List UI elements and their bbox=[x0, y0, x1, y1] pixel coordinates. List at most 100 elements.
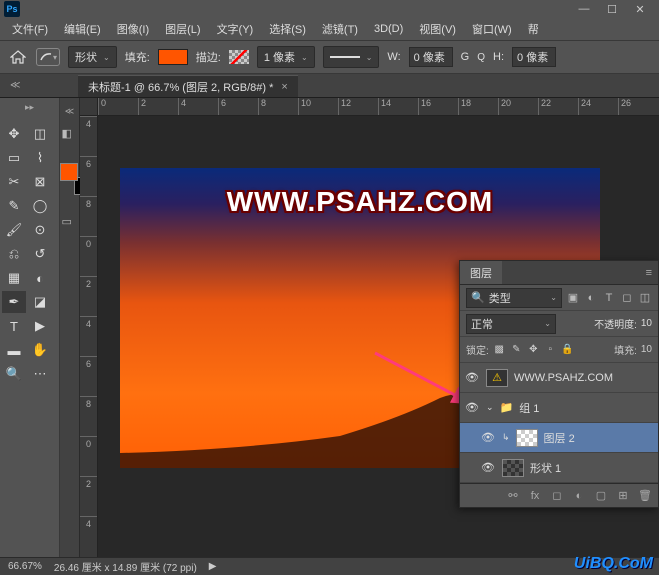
stroke-style-select[interactable]: ⌄ bbox=[323, 46, 380, 68]
zoom-tool[interactable]: 🔍 bbox=[2, 363, 26, 385]
menu-view[interactable]: 视图(V) bbox=[413, 19, 462, 39]
document-tab[interactable]: 未标题-1 @ 66.7% (图层 2, RGB/8#) * × bbox=[78, 75, 298, 97]
lock-all-icon[interactable]: 🔒 bbox=[561, 343, 574, 356]
history-brush-tool[interactable]: ↺ bbox=[28, 243, 52, 265]
close-window-button[interactable]: ✕ bbox=[633, 2, 647, 16]
layer-item-text[interactable]: 👁 WWW.PSAHZ.COM bbox=[460, 363, 658, 393]
menu-edit[interactable]: 编辑(E) bbox=[58, 19, 107, 39]
filter-shape-icon[interactable]: ◻ bbox=[620, 291, 634, 305]
title-bar: Ps — ☐ ✕ bbox=[0, 0, 659, 18]
edit-toolbar[interactable]: ⋯ bbox=[28, 363, 52, 385]
menu-3d[interactable]: 3D(D) bbox=[368, 21, 409, 37]
opacity-value[interactable]: 10 bbox=[641, 318, 652, 329]
menu-file[interactable]: 文件(F) bbox=[6, 19, 54, 39]
link-layers-icon[interactable]: ⚯ bbox=[506, 489, 520, 503]
layers-tab[interactable]: 图层 bbox=[460, 261, 502, 284]
panel-icon[interactable]: ▭ bbox=[62, 215, 78, 231]
panel-menu-icon[interactable]: ≡ bbox=[640, 267, 658, 279]
layer-thumbnail[interactable] bbox=[486, 369, 508, 387]
status-arrow-icon[interactable]: ▶ bbox=[209, 561, 217, 572]
clone-tool[interactable]: ⎌ bbox=[2, 243, 26, 265]
type-tool[interactable]: T bbox=[2, 315, 26, 337]
crop-tool[interactable]: ✂ bbox=[2, 171, 26, 193]
menu-type[interactable]: 文字(Y) bbox=[211, 19, 260, 39]
menu-select[interactable]: 选择(S) bbox=[263, 19, 312, 39]
zoom-level[interactable]: 66.67% bbox=[8, 561, 42, 572]
path-select-tool[interactable]: ▶ bbox=[28, 315, 52, 337]
ruler-origin[interactable] bbox=[80, 98, 98, 116]
horizontal-ruler[interactable]: 02468101214161820222426 bbox=[98, 98, 659, 116]
layer-mask-icon[interactable]: ◻ bbox=[550, 489, 564, 503]
layer-item-group[interactable]: 👁 ⌄ 📁 组 1 bbox=[460, 393, 658, 423]
swatches-icon[interactable]: ◧ bbox=[62, 127, 78, 143]
adjustment-layer-icon[interactable]: ◐ bbox=[572, 489, 586, 503]
expand-panels-icon[interactable]: ≪ bbox=[10, 80, 24, 90]
layer-thumbnail[interactable] bbox=[516, 429, 538, 447]
move-tool[interactable]: ✥ bbox=[2, 123, 26, 145]
new-layer-icon[interactable]: ⊞ bbox=[616, 489, 630, 503]
lock-pixels-icon[interactable]: ✎ bbox=[510, 343, 523, 356]
layer-fx-icon[interactable]: fx bbox=[528, 489, 542, 503]
blend-mode-select[interactable]: 正常 ⌄ bbox=[466, 314, 556, 334]
filter-adjust-icon[interactable]: ◐ bbox=[584, 291, 598, 305]
frame-tool[interactable]: ⊠ bbox=[28, 171, 52, 193]
layers-panel-footer: ⚯ fx ◻ ◐ ▢ ⊞ 🗑 bbox=[460, 483, 658, 507]
menu-help[interactable]: 帮 bbox=[522, 19, 545, 39]
fill-value[interactable]: 10 bbox=[641, 344, 652, 355]
home-icon[interactable] bbox=[8, 47, 28, 67]
eraser-tool[interactable]: ◪ bbox=[28, 291, 52, 313]
eyedropper-tool[interactable]: ✎ bbox=[2, 195, 26, 217]
gradient-tool[interactable]: ▦ bbox=[2, 267, 26, 289]
lasso-tool[interactable]: ⌇ bbox=[28, 147, 52, 169]
menu-filter[interactable]: 滤镜(T) bbox=[316, 19, 364, 39]
lock-artboard-icon[interactable]: ▫ bbox=[544, 343, 557, 356]
layer-item-layer2[interactable]: 👁 ↳ 图层 2 bbox=[460, 423, 658, 453]
pen-tool[interactable]: ✒ bbox=[2, 291, 26, 313]
foreground-color-swatch[interactable] bbox=[60, 163, 78, 181]
artboard-tool[interactable]: ◫ bbox=[28, 123, 52, 145]
stroke-color-swatch[interactable] bbox=[229, 50, 249, 64]
visibility-toggle[interactable]: 👁 bbox=[480, 460, 496, 476]
close-tab-button[interactable]: × bbox=[281, 81, 287, 93]
document-dimensions[interactable]: 26.46 厘米 x 14.89 厘米 (72 ppi) bbox=[54, 559, 197, 574]
hand-tool[interactable]: ✋ bbox=[28, 339, 52, 361]
visibility-toggle[interactable]: 👁 bbox=[464, 370, 480, 386]
visibility-toggle[interactable]: 👁 bbox=[480, 430, 496, 446]
filter-type-icon[interactable]: T bbox=[602, 291, 616, 305]
menu-layer[interactable]: 图层(L) bbox=[159, 19, 206, 39]
marquee-tool[interactable]: ▭ bbox=[2, 147, 26, 169]
disclosure-icon[interactable]: ⌄ bbox=[486, 402, 494, 413]
collapse-tools-icon[interactable]: ▸▸ bbox=[0, 98, 59, 117]
brush-tool[interactable]: 🖌 bbox=[2, 219, 26, 241]
expand-dock-icon[interactable]: ≪ bbox=[65, 106, 74, 117]
elliptical-marquee-tool[interactable]: ◯ bbox=[28, 195, 52, 217]
link-icon[interactable]: G bbox=[461, 51, 470, 63]
layer-thumbnail[interactable] bbox=[502, 459, 524, 477]
layer-item-shape1[interactable]: 👁 形状 1 bbox=[460, 453, 658, 483]
chevron-down-icon: ▾ bbox=[53, 53, 57, 62]
shape-tool[interactable]: ▬ bbox=[2, 339, 26, 361]
lock-position-icon[interactable]: ✥ bbox=[527, 343, 540, 356]
menu-window[interactable]: 窗口(W) bbox=[466, 19, 518, 39]
visibility-toggle[interactable]: 👁 bbox=[464, 400, 480, 416]
layer-filter-select[interactable]: 🔍 类型 ⌄ bbox=[466, 288, 562, 308]
fill-color-swatch[interactable] bbox=[158, 49, 188, 65]
menu-image[interactable]: 图像(I) bbox=[111, 19, 155, 39]
stroke-width-select[interactable]: 1 像素 ⌄ bbox=[257, 46, 315, 68]
site-watermark: UiBQ.CoM bbox=[574, 555, 653, 573]
new-group-icon[interactable]: ▢ bbox=[594, 489, 608, 503]
minimize-button[interactable]: — bbox=[577, 2, 591, 16]
filter-image-icon[interactable]: ▣ bbox=[566, 291, 580, 305]
filter-smart-icon[interactable]: ◫ bbox=[638, 291, 652, 305]
lock-transparency-icon[interactable]: ▩ bbox=[493, 343, 506, 356]
width-field[interactable]: 0 像素 bbox=[409, 47, 453, 67]
healing-tool[interactable]: ⊙ bbox=[28, 219, 52, 241]
delete-layer-icon[interactable]: 🗑 bbox=[638, 489, 652, 503]
stroke-label: 描边: bbox=[196, 49, 221, 65]
shape-mode-select[interactable]: 形状 ⌄ bbox=[68, 46, 117, 68]
tool-preset-icon[interactable]: ▾ bbox=[36, 48, 60, 66]
blur-tool[interactable]: ◐ bbox=[28, 267, 52, 289]
maximize-button[interactable]: ☐ bbox=[605, 2, 619, 16]
height-field[interactable]: 0 像素 bbox=[512, 47, 556, 67]
vertical-ruler[interactable]: 46802468024 bbox=[80, 116, 98, 557]
